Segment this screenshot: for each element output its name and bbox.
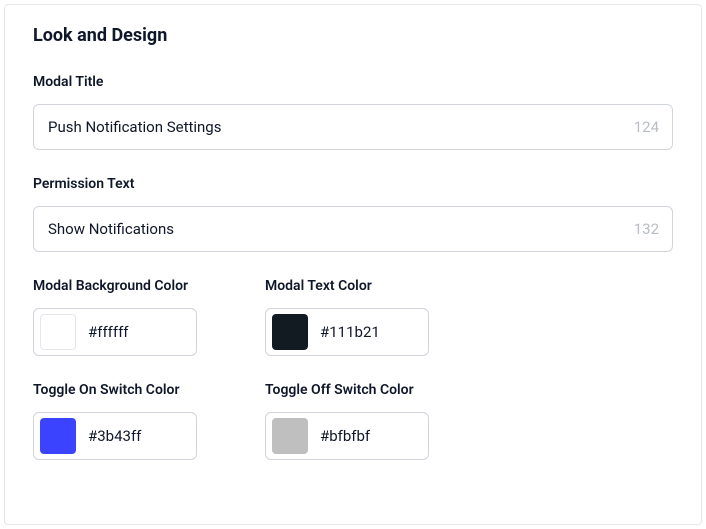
modal-title-field: Modal Title 124: [33, 74, 673, 150]
toggle-off-color-label: Toggle Off Switch Color: [265, 382, 465, 398]
permission-text-input[interactable]: [33, 206, 673, 252]
look-and-design-panel: Look and Design Modal Title 124 Permissi…: [4, 4, 702, 525]
modal-title-input[interactable]: [33, 104, 673, 150]
modal-title-label: Modal Title: [33, 74, 673, 90]
toggle-on-color-value[interactable]: [88, 427, 186, 445]
permission-text-label: Permission Text: [33, 176, 673, 192]
modal-text-color-field: Modal Text Color: [265, 278, 465, 356]
toggle-on-color-swatch[interactable]: [40, 418, 76, 454]
toggle-off-color-input-wrapper: [265, 412, 429, 460]
modal-text-color-value[interactable]: [320, 323, 418, 341]
modal-text-color-swatch[interactable]: [272, 314, 308, 350]
color-row-1: Modal Background Color Modal Text Color: [33, 278, 673, 356]
modal-bg-color-label: Modal Background Color: [33, 278, 233, 294]
toggle-on-color-input-wrapper: [33, 412, 197, 460]
modal-bg-color-value[interactable]: [88, 323, 186, 341]
modal-bg-color-swatch[interactable]: [40, 314, 76, 350]
modal-bg-color-input-wrapper: [33, 308, 197, 356]
toggle-off-color-swatch[interactable]: [272, 418, 308, 454]
toggle-on-color-label: Toggle On Switch Color: [33, 382, 233, 398]
modal-bg-color-field: Modal Background Color: [33, 278, 233, 356]
toggle-off-color-field: Toggle Off Switch Color: [265, 382, 465, 460]
toggle-on-color-field: Toggle On Switch Color: [33, 382, 233, 460]
permission-text-input-wrapper: 132: [33, 206, 673, 252]
permission-text-field: Permission Text 132: [33, 176, 673, 252]
modal-title-input-wrapper: 124: [33, 104, 673, 150]
toggle-off-color-value[interactable]: [320, 427, 418, 445]
color-row-2: Toggle On Switch Color Toggle Off Switch…: [33, 382, 673, 460]
section-title: Look and Design: [33, 25, 673, 46]
modal-text-color-input-wrapper: [265, 308, 429, 356]
modal-text-color-label: Modal Text Color: [265, 278, 465, 294]
